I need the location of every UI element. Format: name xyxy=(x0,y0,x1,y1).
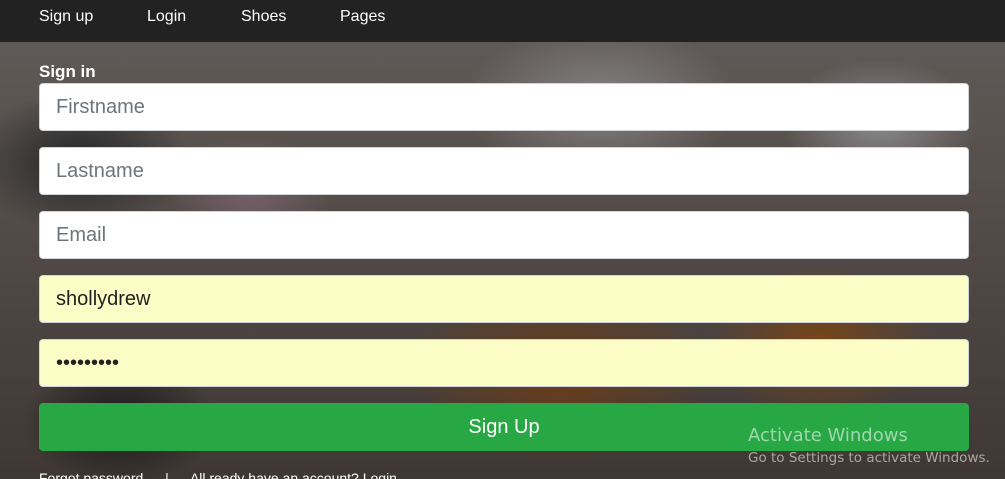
firstname-field[interactable] xyxy=(39,83,969,131)
password-field[interactable] xyxy=(39,339,969,387)
nav-link-shoes[interactable]: Shoes xyxy=(241,8,286,26)
lastname-field[interactable] xyxy=(39,147,969,195)
footer-links: Forgot password | All ready have an acco… xyxy=(39,470,397,479)
form-title: Sign in xyxy=(39,62,96,81)
login-link[interactable]: All ready have an account? Login xyxy=(190,470,397,479)
nav-link-login[interactable]: Login xyxy=(147,8,186,26)
nav-link-pages[interactable]: Pages xyxy=(340,8,385,26)
signup-button[interactable]: Sign Up xyxy=(39,403,969,451)
footer-separator: | xyxy=(165,470,169,479)
nav-link-signup[interactable]: Sign up xyxy=(39,8,93,26)
forgot-password-link[interactable]: Forgot password xyxy=(39,470,143,479)
username-field[interactable] xyxy=(39,275,969,323)
top-navbar: Sign up Login Shoes Pages xyxy=(0,0,1005,42)
email-field[interactable] xyxy=(39,211,969,259)
